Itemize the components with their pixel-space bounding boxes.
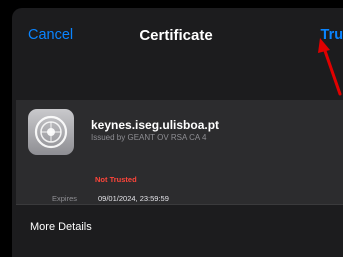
more-details-label: More Details: [30, 221, 92, 233]
certificate-domain: keynes.iseg.ulisboa.pt: [91, 118, 220, 132]
trust-status: Not Trusted: [95, 175, 137, 184]
more-details-row[interactable]: More Details ›: [16, 213, 343, 245]
expires-value: 09/01/2024, 23:59:59: [98, 194, 169, 203]
certificate-issuer: Issued by GEANT OV RSA CA 4: [91, 133, 207, 142]
red-annotation-arrow: [318, 38, 342, 96]
navigation-bar: Cancel Certificate Trust: [12, 8, 343, 64]
certificate-sheet: Cancel Certificate Trust keynes.iseg.uli…: [12, 8, 343, 257]
certificate-seal-icon: [28, 109, 74, 155]
expires-label: Expires: [52, 194, 78, 203]
divider: [16, 204, 343, 205]
certificate-summary-card: keynes.iseg.ulisboa.pt Issued by GEANT O…: [16, 100, 343, 204]
page-title: Certificate: [139, 27, 213, 44]
